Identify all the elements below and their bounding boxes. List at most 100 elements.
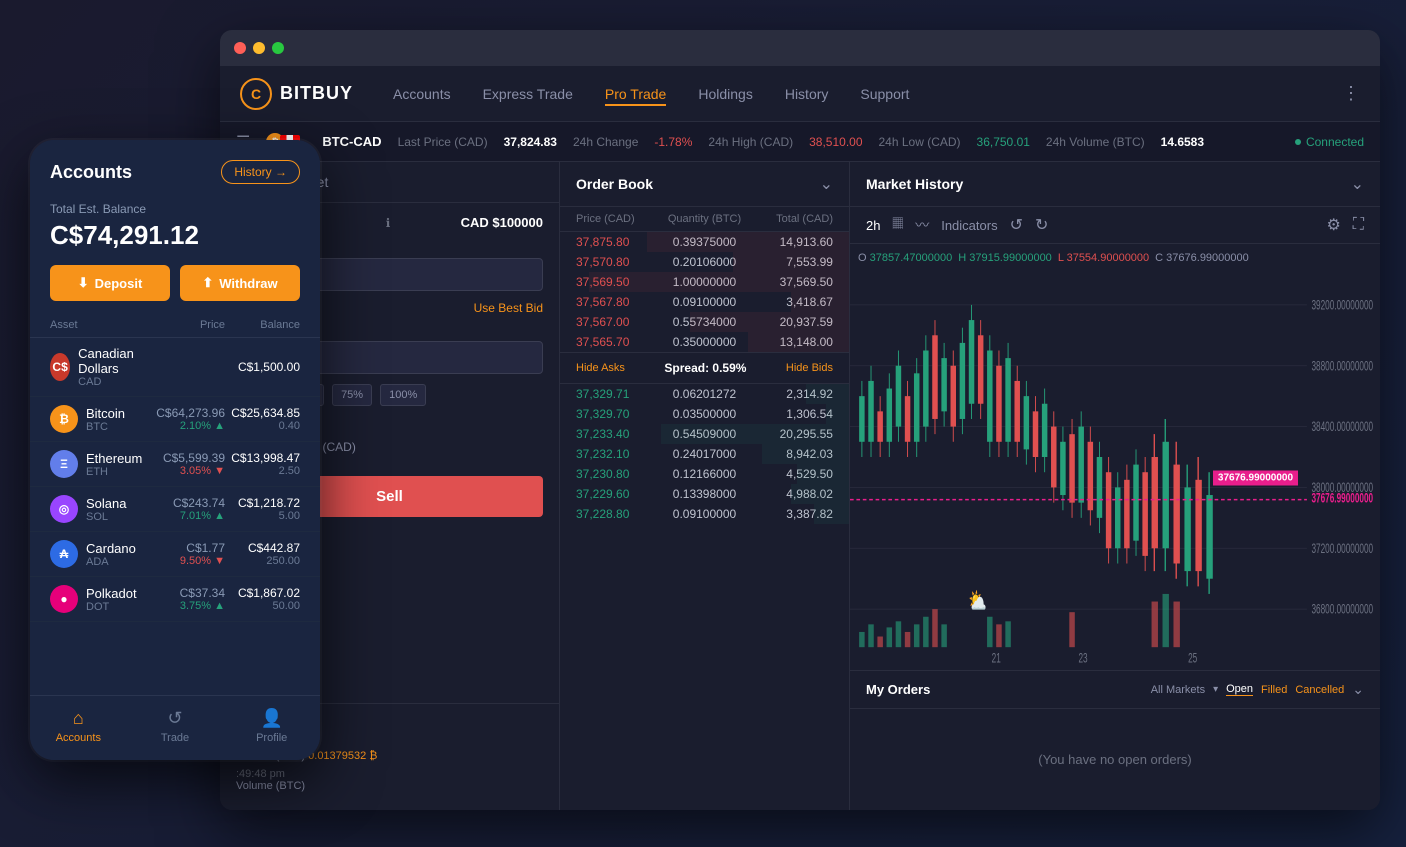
ob-ask-row[interactable]: 37,875.80 0.39375000 14,913.60 xyxy=(560,232,849,252)
mobile-nav-accounts[interactable]: ⌂ Accounts xyxy=(30,708,127,744)
my-orders-section: My Orders All Markets ▾ Open Filled Canc… xyxy=(850,670,1380,810)
svg-text:37200.00000000: 37200.00000000 xyxy=(1311,542,1373,557)
ticker-pair[interactable]: BTC-CAD xyxy=(322,134,381,149)
nav-items: Accounts Express Trade Pro Trade Holding… xyxy=(393,82,1342,106)
ob-ask-row[interactable]: 37,569.50 1.00000000 37,569.50 xyxy=(560,272,849,292)
ob-ask-row[interactable]: 37,567.80 0.09100000 3,418.67 xyxy=(560,292,849,312)
bitbuy-logo-icon: C xyxy=(240,78,272,110)
cad-name: Canadian Dollars xyxy=(78,346,150,376)
mobile-deposit-button[interactable]: ⬇ Deposit xyxy=(50,265,170,301)
ob-col-headers: Price (CAD) Quantity (BTC) Total (CAD) xyxy=(560,207,849,232)
ob-col-qty: Quantity (BTC) xyxy=(662,213,748,225)
ob-ask-row[interactable]: 37,570.80 0.20106000 7,553.99 xyxy=(560,252,849,272)
dot-qty: 50.00 xyxy=(225,600,300,612)
ticker-change-label: 24h Change xyxy=(573,135,638,149)
chart-timeframe[interactable]: 2h xyxy=(866,218,880,233)
chart-header: Market History ⌄ xyxy=(850,162,1380,207)
chart-svg: 39200.00000000 38800.00000000 38400.0000… xyxy=(850,244,1380,670)
mobile-nav-trade[interactable]: ↺ Trade xyxy=(127,708,224,744)
asset-row-sol[interactable]: ◎ Solana SOL C$243.74 7.01% ▲ C$1,218.72… xyxy=(30,487,320,532)
ob-ask-row[interactable]: 37,567.00 0.55734000 20,937.59 xyxy=(560,312,849,332)
dot-balance: C$1,867.02 xyxy=(225,586,300,600)
ticker-vol-value: 14.6583 xyxy=(1161,135,1204,149)
chart-controls: 2h 𝄜 〰 Indicators ↺ ↻ ⚙ ⛶ xyxy=(850,207,1380,244)
eth-balance: C$13,998.47 xyxy=(225,451,300,465)
btc-change: 2.10% ▲ xyxy=(150,420,225,432)
order-book-header: Order Book ⌄ xyxy=(560,162,849,207)
nav-support[interactable]: Support xyxy=(860,82,909,106)
svg-text:38400.00000000: 38400.00000000 xyxy=(1311,420,1373,435)
hide-bids-btn[interactable]: Hide Bids xyxy=(786,362,833,374)
ob-ask-row[interactable]: 37,565.70 0.35000000 13,148.00 xyxy=(560,332,849,352)
asset-row-cad[interactable]: C$ Canadian Dollars CAD C$1,500.00 xyxy=(30,338,320,397)
accounts-nav-label: Accounts xyxy=(56,732,101,744)
nav-accounts[interactable]: Accounts xyxy=(393,82,451,106)
browser-dot-yellow xyxy=(253,42,265,54)
ticker-change-value: -1.78% xyxy=(654,135,692,149)
nav-history[interactable]: History xyxy=(785,82,829,106)
cad-icon: C$ xyxy=(50,353,70,381)
hide-asks-btn[interactable]: Hide Asks xyxy=(576,362,625,374)
fullscreen-icon[interactable]: ⛶ xyxy=(1353,216,1364,234)
nav-holdings[interactable]: Holdings xyxy=(698,82,752,106)
ticker-low-value: 36,750.01 xyxy=(977,135,1030,149)
settings-icon[interactable]: ⚙ xyxy=(1326,215,1340,235)
mobile-overlay: Accounts History → Total Est. Balance C$… xyxy=(30,140,320,760)
mobile-nav-profile[interactable]: 👤 Profile xyxy=(223,708,320,744)
ob-bid-row[interactable]: 37,233.40 0.54509000 20,295.55 xyxy=(560,424,849,444)
indicators-button[interactable]: Indicators xyxy=(941,218,997,233)
nav-express-trade[interactable]: Express Trade xyxy=(483,82,573,106)
trade-nav-icon: ↺ xyxy=(167,708,182,729)
asset-row-eth[interactable]: Ξ Ethereum ETH C$5,599.39 3.05% ▼ C$13,9… xyxy=(30,442,320,487)
ada-symbol: ADA xyxy=(86,556,136,568)
mobile-asset-header: Asset Price Balance xyxy=(30,315,320,338)
mobile-withdraw-button[interactable]: ⬆ Withdraw xyxy=(180,265,300,301)
ob-bid-row[interactable]: 37,230.80 0.12166000 4,529.50 xyxy=(560,464,849,484)
eth-symbol: ETH xyxy=(86,466,142,478)
orders-chevron-icon[interactable]: ⌄ xyxy=(1352,681,1364,698)
sol-qty: 5.00 xyxy=(225,510,300,522)
svg-text:25: 25 xyxy=(1188,651,1197,666)
col-balance-label: Balance xyxy=(225,319,300,331)
mobile-history-button[interactable]: History → xyxy=(221,160,300,184)
withdraw-icon: ⬆ xyxy=(202,275,213,291)
order-book-chevron-icon[interactable]: ⌄ xyxy=(820,174,833,194)
all-markets-label[interactable]: All Markets xyxy=(1151,684,1205,696)
dot-icon: ● xyxy=(50,585,78,613)
ob-bid-row[interactable]: 37,228.80 0.09100000 3,387.82 xyxy=(560,504,849,524)
sol-balance: C$1,218.72 xyxy=(225,496,300,510)
btc-price: C$64,273.96 xyxy=(150,406,225,420)
ob-asks: 37,875.80 0.39375000 14,913.60 37,570.80… xyxy=(560,232,849,810)
chart-chevron-icon[interactable]: ⌄ xyxy=(1351,174,1364,194)
ob-bid-row[interactable]: 37,229.60 0.13398000 4,988.02 xyxy=(560,484,849,504)
pct-100-btn[interactable]: 100% xyxy=(380,384,426,406)
ticker-high-value: 38,510.00 xyxy=(809,135,862,149)
spread-row: Hide Asks Spread: 0.59% Hide Bids xyxy=(560,352,849,384)
redo-icon[interactable]: ↻ xyxy=(1035,215,1048,235)
dot-symbol: DOT xyxy=(86,601,137,613)
nav-pro-trade[interactable]: Pro Trade xyxy=(605,82,666,106)
asset-row-dot[interactable]: ● Polkadot DOT C$37.34 3.75% ▲ C$1,867.0… xyxy=(30,577,320,622)
trade-nav-label: Trade xyxy=(161,732,189,744)
filter-arrow-icon: ▾ xyxy=(1213,684,1218,695)
filter-open[interactable]: Open xyxy=(1226,683,1253,696)
chart-line-icon[interactable]: 〰 xyxy=(915,215,929,235)
filter-cancelled[interactable]: Cancelled xyxy=(1295,684,1344,696)
undo-icon[interactable]: ↺ xyxy=(1010,215,1023,235)
asset-row-btc[interactable]: ₿ Bitcoin BTC C$64,273.96 2.10% ▲ C$25,6… xyxy=(30,397,320,442)
ob-bid-row[interactable]: 37,232.10 0.24017000 8,942.03 xyxy=(560,444,849,464)
pct-75-btn[interactable]: 75% xyxy=(332,384,372,406)
ob-bid-row[interactable]: 37,329.71 0.06201272 2,314.92 xyxy=(560,384,849,404)
asset-row-ada[interactable]: ₳ Cardano ADA C$1.77 9.50% ▼ C$442.87 25… xyxy=(30,532,320,577)
right-panel: Market History ⌄ 2h 𝄜 〰 Indicators ↺ ↻ ⚙… xyxy=(850,162,1380,810)
btc-balance: C$25,634.85 xyxy=(225,406,300,420)
dot-name: Polkadot xyxy=(86,586,137,601)
ticker-last-price: 37,824.83 xyxy=(504,135,557,149)
purchase-limit-value: CAD $100000 xyxy=(461,215,543,230)
chart-type-icon[interactable]: 𝄜 xyxy=(892,216,903,234)
ob-bid-row[interactable]: 37,329.70 0.03500000 1,306.54 xyxy=(560,404,849,424)
nav-more-icon[interactable]: ⋮ xyxy=(1342,83,1360,104)
btc-symbol: BTC xyxy=(86,421,125,433)
filter-filled[interactable]: Filled xyxy=(1261,684,1287,696)
eth-change: 3.05% ▼ xyxy=(150,465,225,477)
